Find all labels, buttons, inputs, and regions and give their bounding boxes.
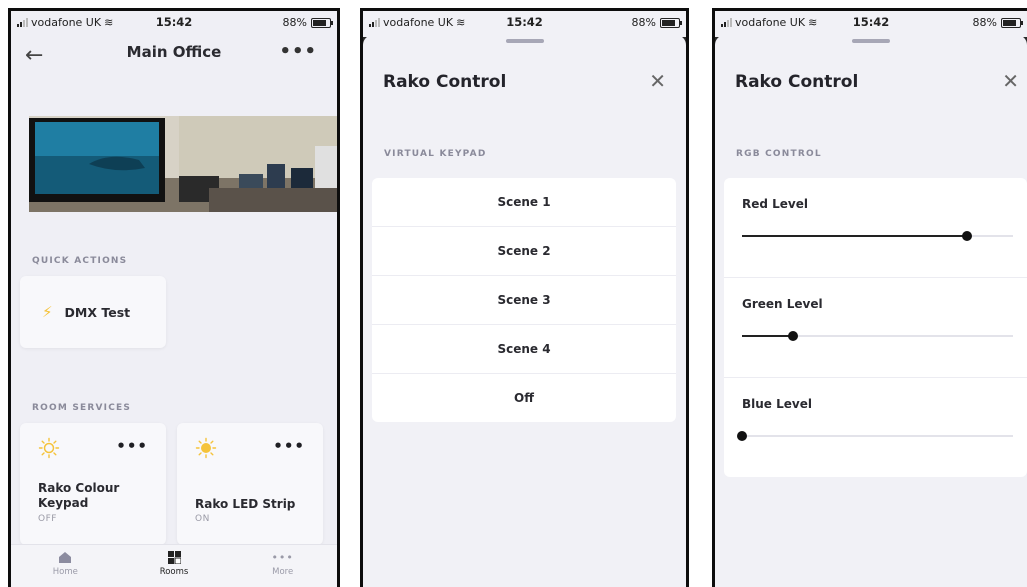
status-bar: vodafone UK ≋ 15:42 88% — [11, 11, 337, 37]
tab-label: Home — [52, 567, 78, 577]
battery-indicator: 88% — [282, 16, 333, 29]
blue-level-knob[interactable] — [737, 431, 747, 441]
green-level-row: Green Level — [724, 278, 1027, 378]
battery-percent: 88% — [631, 16, 656, 29]
tab-rooms[interactable]: Rooms — [120, 545, 229, 587]
green-level-track[interactable] — [742, 331, 1013, 341]
battery-indicator: 88% — [972, 16, 1023, 29]
close-icon[interactable]: ✕ — [649, 69, 666, 93]
red-level-row: Red Level — [724, 178, 1027, 278]
battery-percent: 88% — [972, 16, 997, 29]
scene-button-off[interactable]: Off — [372, 374, 676, 422]
service-state: OFF — [38, 514, 57, 524]
red-level-track[interactable] — [742, 231, 1013, 241]
slider-fill — [742, 235, 967, 237]
tab-more[interactable]: ••• More — [228, 545, 337, 587]
rgb-control-label: RGB CONTROL — [736, 149, 822, 159]
home-icon — [59, 552, 72, 563]
tab-label: More — [272, 567, 294, 577]
bulb-icon — [195, 437, 217, 459]
scene-button-2[interactable]: Scene 2 — [372, 227, 676, 276]
service-state: ON — [195, 514, 210, 524]
status-bar: vodafone UK ≋ 15:42 88% — [715, 11, 1027, 37]
sheet-title: Rako Control — [735, 72, 859, 92]
sheet-title: Rako Control — [383, 72, 507, 92]
scene-button-1[interactable]: Scene 1 — [372, 178, 676, 227]
tab-label: Rooms — [159, 567, 189, 577]
scene-button-4[interactable]: Scene 4 — [372, 325, 676, 374]
modal-sheet: Rako Control ✕ VIRTUAL KEYPAD Scene 1 Sc… — [363, 35, 686, 587]
service-options-button[interactable]: ••• — [116, 437, 148, 455]
green-level-knob[interactable] — [788, 331, 799, 341]
battery-indicator: 88% — [631, 16, 682, 29]
quick-action-label: DMX Test — [64, 304, 131, 320]
close-icon[interactable]: ✕ — [1002, 69, 1019, 93]
virtual-keypad-label: VIRTUAL KEYPAD — [384, 149, 487, 159]
tab-home[interactable]: Home — [11, 545, 120, 587]
more-dots-icon: ••• — [271, 551, 294, 564]
phone-keypad-sheet: vodafone UK ≋ vodafone UK ≋ 15:42 88% Ra… — [360, 8, 689, 587]
battery-percent: 88% — [282, 16, 307, 29]
phone-rgb-sheet: vodafone UK ≋ 15:42 88% Rako Control ✕ R… — [712, 8, 1027, 587]
lightning-bolt-icon: ⚡︎ — [42, 303, 53, 321]
nav-bar: ← Main Office ••• — [11, 37, 337, 81]
sheet-grabber[interactable] — [852, 39, 890, 43]
tab-bar: Home Rooms ••• More — [11, 544, 337, 587]
room-photo-image — [29, 116, 337, 212]
modal-sheet: Rako Control ✕ RGB CONTROL Red Level Gre… — [715, 35, 1027, 587]
room-photo — [29, 116, 337, 212]
phone-room-screen: vodafone UK ≋ 15:42 88% ← Main Office ••… — [8, 8, 340, 587]
service-name: Rako LED Strip — [195, 497, 296, 511]
status-bar-overlay: vodafone UK ≋ 15:42 88% — [363, 11, 686, 37]
slider-label: Green Level — [742, 297, 823, 311]
service-options-button[interactable]: ••• — [273, 437, 305, 455]
blue-level-row: Blue Level — [724, 378, 1027, 477]
bulb-icon — [38, 437, 60, 459]
blue-level-track[interactable] — [737, 431, 1013, 441]
sheet-grabber[interactable] — [505, 39, 544, 43]
slider-label: Red Level — [742, 197, 809, 211]
slider-fill — [742, 335, 794, 337]
battery-icon — [311, 17, 333, 28]
battery-icon — [660, 17, 682, 28]
quick-actions-label: QUICK ACTIONS — [32, 256, 128, 266]
red-level-knob[interactable] — [961, 231, 972, 241]
more-options-button[interactable]: ••• — [279, 41, 317, 62]
service-card-rako-colour-keypad[interactable]: ••• Rako Colour Keypad OFF — [20, 423, 166, 545]
service-card-rako-led-strip[interactable]: ••• Rako LED Strip ON — [177, 423, 323, 545]
scene-button-3[interactable]: Scene 3 — [372, 276, 676, 325]
room-services-label: ROOM SERVICES — [32, 403, 132, 413]
scene-list: Scene 1 Scene 2 Scene 3 Scene 4 Off — [372, 178, 676, 422]
quick-action-dmx-test[interactable]: ⚡︎ DMX Test — [20, 276, 166, 348]
rgb-slider-list: Red Level Green Level Blue Level — [724, 178, 1027, 477]
service-name: Rako Colour Keypad — [38, 481, 120, 510]
rooms-grid-icon — [167, 551, 181, 564]
battery-icon — [1001, 17, 1023, 28]
slider-label: Blue Level — [742, 397, 812, 411]
